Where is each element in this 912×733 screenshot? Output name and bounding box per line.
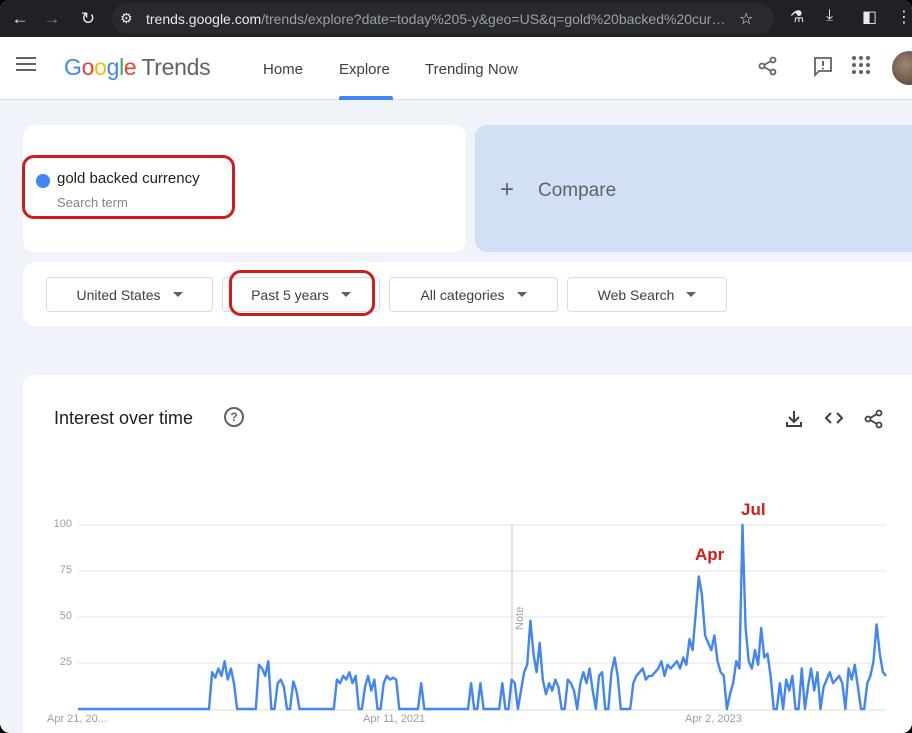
menu-icon[interactable] [16,57,36,73]
y-tick-100: 100 [53,518,72,530]
search-type-dropdown[interactable]: Web Search [567,277,727,312]
y-tick-50: 50 [59,610,72,622]
add-icon[interactable]: + [500,176,514,204]
reload-icon[interactable]: ↻ [68,9,108,29]
logo-letter: G [64,54,82,80]
bookmark-star-icon[interactable]: ☆ [739,9,753,29]
logo-letter: g [106,54,120,80]
annotation-jul: Jul [741,500,766,519]
help-icon[interactable]: ? [224,407,244,427]
active-tab-indicator [339,96,393,100]
logo-trends-text: Trends [141,54,211,80]
address-bar[interactable]: ⚙ trends.google.com/trends/explore?date=… [112,3,774,34]
more-menu-icon[interactable]: ⋮ [896,7,912,27]
chart-title: Interest over time [54,408,194,428]
download-csv-icon[interactable] [784,408,804,433]
logo-google-text: Google [64,54,137,80]
browser-toolbar: ← → ↻ ⚙ trends.google.com/trends/explore… [0,0,912,37]
compare-label[interactable]: Compare [538,180,616,202]
labs-flask-icon[interactable]: ⚗ [790,7,804,27]
y-tick-75: 75 [59,564,72,576]
red-highlight-time-range [229,270,375,316]
chevron-down-icon [516,292,527,297]
category-value: All categories [420,286,505,303]
red-highlight-search-term [22,155,235,219]
x-tick-2021: Apr 11, 2021 [363,713,426,725]
feedback-icon[interactable] [812,55,834,83]
chart-share-icon[interactable] [863,408,885,435]
screen: ← → ↻ ⚙ trends.google.com/trends/explore… [0,0,912,733]
search-type-value: Web Search [597,286,675,303]
side-panel-icon[interactable]: ◧ [862,7,877,27]
annotation-apr: Apr [695,545,725,564]
y-tick-25: 25 [59,656,72,668]
apps-grid-icon[interactable] [851,55,871,81]
forward-icon[interactable]: → [32,9,72,29]
category-dropdown[interactable]: All categories [389,277,558,312]
nav-trending-now[interactable]: Trending Now [425,61,518,78]
site-settings-icon[interactable]: ⚙ [120,10,146,27]
url-text: trends.google.com/trends/explore?date=to… [146,10,726,27]
chevron-down-icon [686,292,697,297]
chevron-down-icon [172,292,183,297]
embed-code-icon[interactable] [823,408,845,433]
location-value: United States [76,286,161,303]
logo-letter: e [123,54,137,80]
share-icon[interactable] [757,55,779,83]
google-trends-logo[interactable]: Google Trends [64,54,211,81]
download-icon[interactable]: ⤓ [826,7,833,25]
logo-letter: o [94,54,107,80]
x-tick-2023: Apr 2, 2023 [685,713,742,725]
nav-explore[interactable]: Explore [339,61,390,78]
app-header: Google Trends Home Explore Trending Now [0,37,912,100]
x-tick-start: Apr 21, 20... [47,713,107,725]
nav-home[interactable]: Home [263,61,303,78]
location-dropdown[interactable]: United States [46,277,213,312]
avatar[interactable] [892,51,912,85]
logo-letter: o [81,54,95,80]
